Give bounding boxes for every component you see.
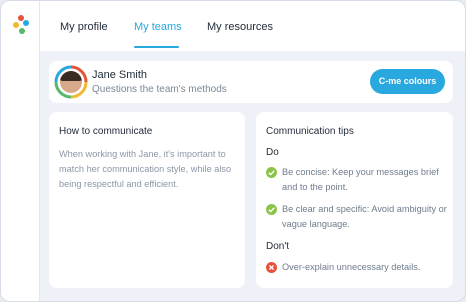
check-icon	[266, 204, 277, 215]
c-me-colours-button[interactable]: C-me colours	[370, 69, 445, 94]
tab-my-profile[interactable]: My profile	[60, 21, 108, 33]
avatar-photo	[60, 71, 82, 93]
cross-icon	[266, 262, 277, 273]
top-navigation: My profile My teams My resources	[40, 1, 465, 51]
dont-tip-text: Over-explain unnecessary details.	[282, 262, 421, 272]
tab-my-resources[interactable]: My resources	[207, 21, 273, 33]
side-rail	[1, 1, 40, 301]
do-label: Do	[266, 147, 279, 158]
how-to-communicate-title: How to communicate	[59, 126, 153, 137]
profile-name: Jane Smith	[92, 69, 148, 81]
communication-tips-title: Communication tips	[266, 126, 354, 137]
tab-my-teams[interactable]: My teams	[134, 21, 182, 33]
active-tab-indicator	[134, 46, 179, 48]
do-tip-text: Be clear and specific: Avoid ambiguity o…	[282, 204, 447, 229]
profile-card: Jane Smith Questions the team's methods …	[49, 61, 453, 103]
avatar	[53, 64, 89, 100]
how-to-communicate-card: How to communicate When working with Jan…	[49, 112, 245, 288]
do-tip-text: Be concise: Keep your messages brief and…	[282, 167, 439, 192]
dont-label: Don't	[266, 241, 290, 252]
check-icon	[266, 167, 277, 178]
communication-tips-card: Communication tips Do Be concise: Keep y…	[256, 112, 453, 288]
profile-subtitle: Questions the team's methods	[92, 84, 227, 95]
app-logo-icon[interactable]	[13, 15, 29, 35]
how-to-communicate-body: When working with Jane, it's important t…	[59, 149, 232, 189]
app-window: My profile My teams My resources Jane Sm…	[0, 0, 466, 302]
